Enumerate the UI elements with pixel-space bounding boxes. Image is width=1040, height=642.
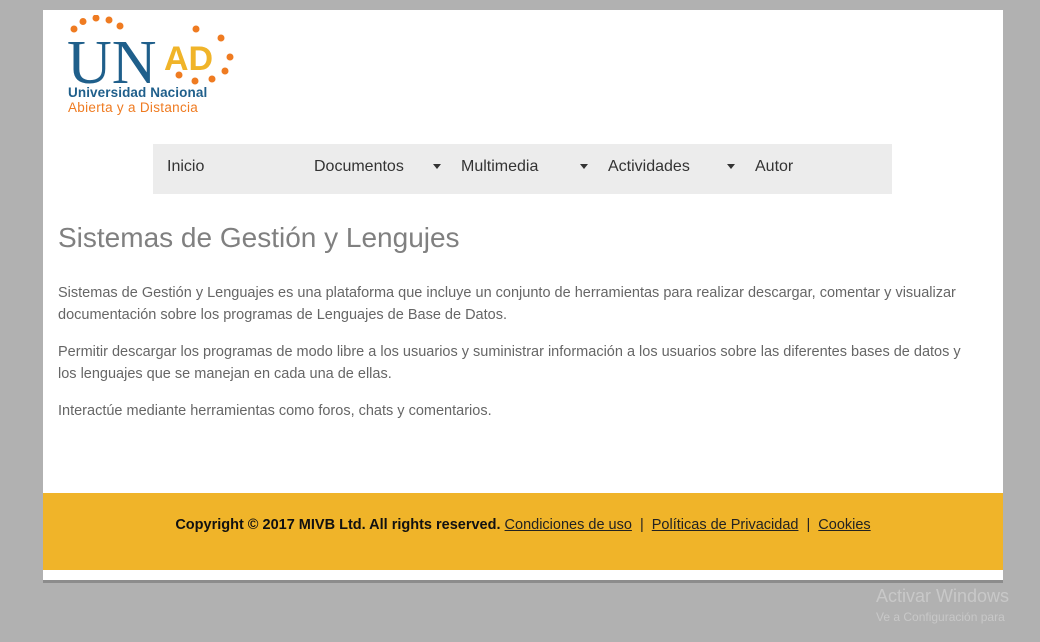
nav-item-inicio[interactable]: Inicio [167,144,204,194]
nav-label: Inicio [167,158,205,175]
logo-graphic: UN AD [67,15,234,85]
logo-letters-ad: AD [164,40,213,78]
caret-down-icon [727,164,735,169]
nav-label: Documentos [314,158,404,175]
purpose-paragraph: Permitir descargar los programas de modo… [58,344,961,382]
caret-down-icon [580,164,588,169]
watermark-line1: Activar Windows [876,586,1010,606]
watermark-line2: Ve a Configuración para [876,610,1005,624]
footer-separator: | [806,517,811,533]
intro-paragraph: Sistemas de Gestión y Lenguajes es una p… [58,285,956,323]
privacy-link[interactable]: Políticas de Privacidad [652,517,799,533]
nav-label: Actividades [608,158,690,175]
terms-link[interactable]: Condiciones de uso [505,517,632,533]
nav-label: Multimedia [461,158,539,175]
site-footer: Copyright © 2017 MIVB Ltd. All rights re… [43,493,1003,570]
windows-activation-watermark: Activar Windows Ve a Configuración para [876,586,1009,624]
interaction-paragraph: Interactúe mediante herramientas como fo… [58,403,492,419]
nav-item-autor[interactable]: Autor [755,144,793,194]
caret-down-icon [433,164,441,169]
logo-text-line2: Abierta y a Distancia [68,100,199,115]
nav-item-multimedia[interactable]: Multimedia [461,144,591,194]
logo-letters-un: UN [67,29,157,85]
main-content: Sistemas de Gestión y Lenguajes es una p… [58,282,968,437]
page-title: Sistemas de Gestión y Lengujes [58,222,460,253]
nav-item-actividades[interactable]: Actividades [608,144,738,194]
main-nav: Inicio Documentos Multimedia Actividades… [153,144,892,194]
copyright-text: Copyright © 2017 MIVB Ltd. All rights re… [175,517,501,533]
logo-text-line1: Universidad Nacional [68,85,208,100]
nav-item-documentos[interactable]: Documentos [314,144,444,194]
page-bottom-border [43,580,1003,583]
cookies-link[interactable]: Cookies [818,517,870,533]
nav-label: Autor [755,158,794,175]
footer-separator: | [639,517,644,533]
unad-logo[interactable]: UN AD Universidad Nacional Abierta y a D… [65,15,240,115]
